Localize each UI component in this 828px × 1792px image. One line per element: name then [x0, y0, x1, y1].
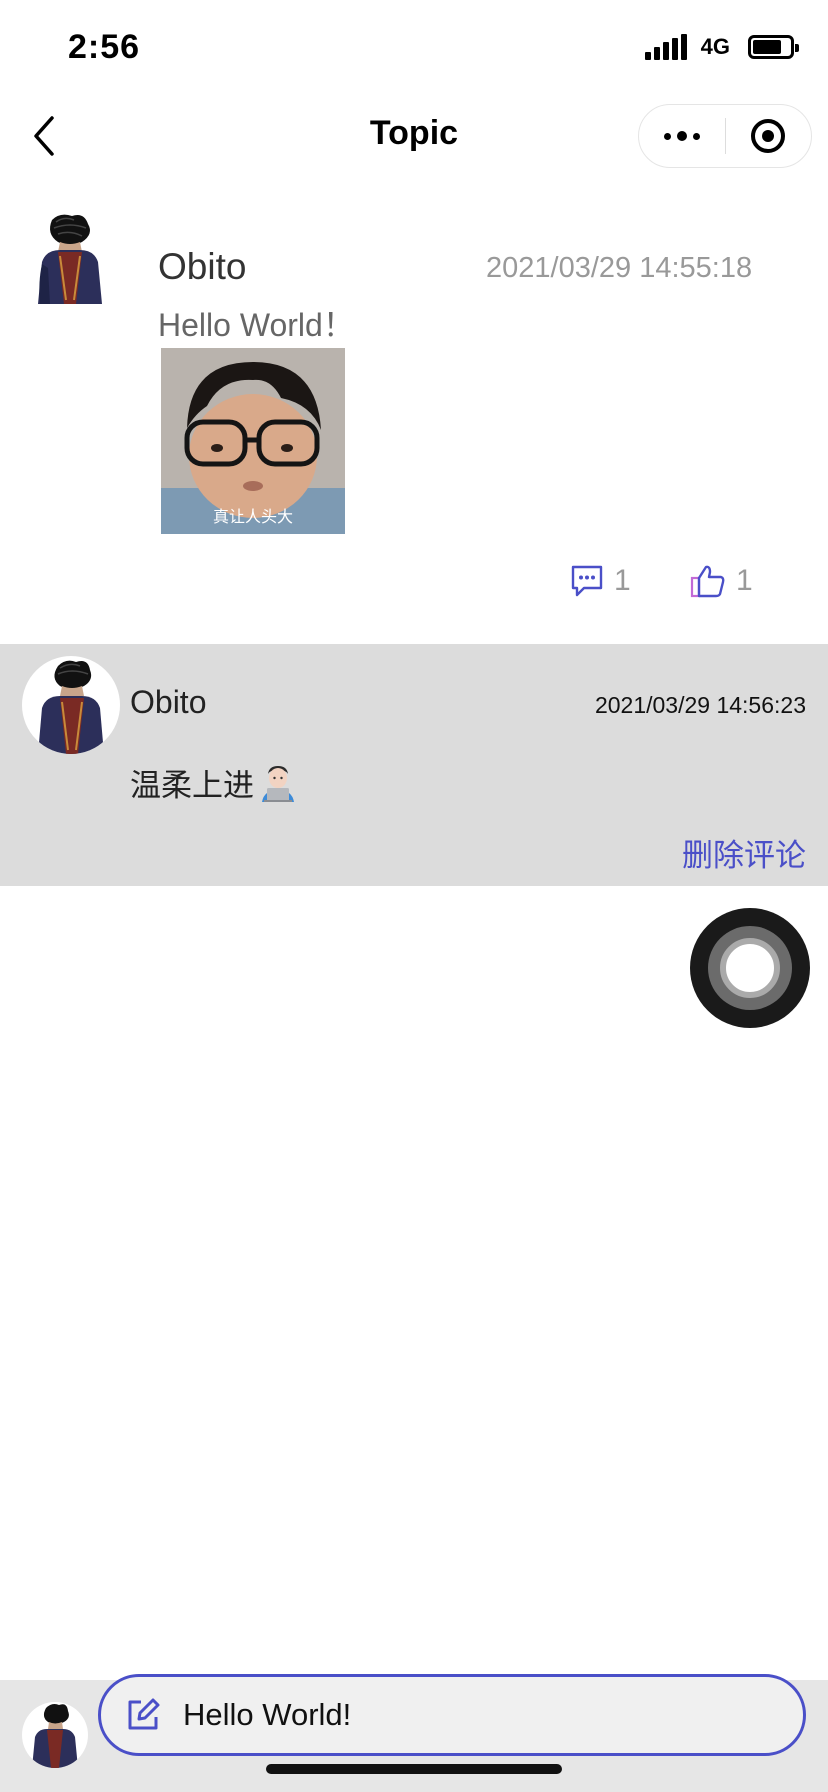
comment-button[interactable]: 1: [570, 564, 631, 598]
more-button[interactable]: [639, 105, 725, 167]
avatar-illustration: [38, 214, 102, 304]
like-count: 1: [736, 564, 753, 597]
nav-bar: Topic: [0, 100, 828, 172]
comment-text: 温柔上进: [130, 760, 298, 805]
avatar[interactable]: [22, 1702, 88, 1768]
avatar-illustration: [32, 1704, 78, 1768]
technologist-emoji-icon: [262, 765, 294, 802]
miniapp-capsule: [638, 104, 812, 168]
comment-author[interactable]: Obito: [130, 684, 206, 721]
avatar[interactable]: [22, 656, 120, 754]
meme-image: 真让人头大: [161, 348, 345, 534]
comment-text-content: 温柔上进: [130, 768, 254, 803]
post-image[interactable]: 真让人头大: [161, 348, 345, 534]
comment-timestamp: 2021/03/29 14:56:23: [594, 692, 806, 718]
comment-input-value: Hello World!: [183, 1697, 352, 1732]
like-button[interactable]: 1: [690, 564, 753, 598]
network-label: 4G: [700, 34, 730, 59]
signal-icon: [644, 34, 687, 60]
floating-assistive-button[interactable]: [690, 908, 810, 1028]
post-actions: 1 1: [0, 564, 828, 614]
thumbs-up-icon: [690, 565, 725, 598]
image-caption: 真让人头大: [213, 507, 293, 526]
comment-icon: [571, 565, 603, 597]
more-dots-icon: [663, 131, 700, 141]
comment-count: 1: [614, 564, 631, 597]
comment-input[interactable]: Hello World!: [98, 1674, 806, 1756]
post-timestamp: 2021/03/29 14:55:18: [486, 252, 753, 284]
status-icons: 4G: [644, 34, 799, 60]
assistive-touch-icon: [708, 926, 792, 1010]
post-text: Hello World！: [158, 307, 355, 343]
avatar[interactable]: [30, 212, 110, 308]
home-indicator[interactable]: [266, 1764, 562, 1774]
battery-icon: [748, 35, 799, 59]
delete-comment-button[interactable]: 删除评论: [682, 830, 806, 875]
comment-item: Obito 2021/03/29 14:56:23 温柔上进 删除评论: [0, 644, 828, 886]
edit-icon: [128, 1698, 160, 1730]
close-miniapp-button[interactable]: [726, 105, 812, 167]
topic-post: Obito 2021/03/29 14:55:18 Hello World！ 真…: [0, 190, 828, 644]
status-time: 2:56: [68, 28, 141, 66]
post-author[interactable]: Obito: [158, 246, 246, 288]
status-bar: 2:56 4G: [0, 0, 828, 100]
avatar-illustration: [38, 660, 104, 754]
target-circle-icon: [751, 119, 786, 153]
